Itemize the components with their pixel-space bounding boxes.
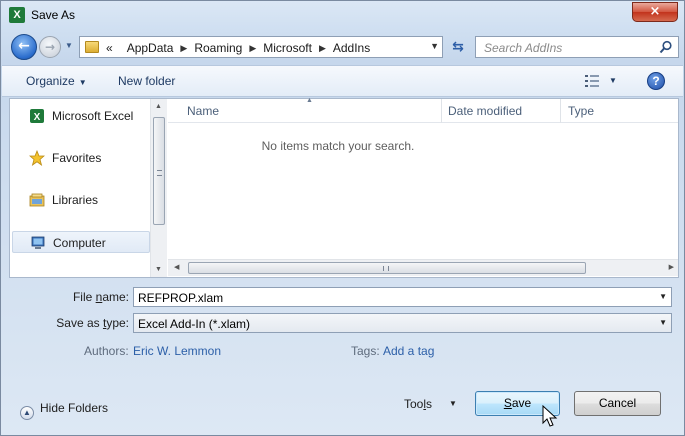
organize-label: Organize: [26, 74, 75, 88]
mouse-cursor-icon: [542, 405, 558, 427]
computer-icon: [31, 236, 45, 249]
label-text: s: [426, 397, 433, 411]
save-as-dialog: X Save As × ← → ▼ « AppData ▶ Roaming ▶ …: [0, 0, 685, 436]
sort-ascending-icon: ▲: [306, 97, 313, 104]
save-as-type-label: Save as type:: [31, 316, 129, 330]
search-input[interactable]: Search AddIns: [475, 36, 679, 58]
file-name-field[interactable]: REFPROP.xlam ▼: [133, 287, 672, 307]
label-text: ave: [511, 396, 532, 410]
excel-app-icon: X: [9, 7, 25, 23]
label-text: ame:: [102, 290, 129, 304]
grip-icon: [383, 266, 389, 271]
tags-value[interactable]: Add a tag: [383, 344, 434, 358]
column-divider[interactable]: [441, 99, 442, 123]
nav-item-label: Microsoft Excel: [52, 109, 134, 123]
refresh-icon[interactable]: ⇆: [445, 36, 471, 58]
file-name-value: REFPROP.xlam: [138, 291, 224, 305]
close-button[interactable]: ×: [632, 2, 678, 22]
nav-vertical-scrollbar[interactable]: ▲ ▼: [150, 99, 167, 277]
browser-area: X Microsoft Excel Favorites Libraries Co…: [9, 97, 679, 278]
file-name-label: File name:: [41, 290, 129, 304]
scroll-left-arrow-icon[interactable]: ◀: [174, 263, 179, 271]
empty-list-message: No items match your search.: [261, 139, 415, 153]
column-headers: ▲ Name Date modified Type: [168, 97, 678, 123]
file-list-pane: ▲ Name Date modified Type No items match…: [168, 97, 678, 277]
authors-label: Authors:: [84, 344, 129, 358]
breadcrumb-item[interactable]: Microsoft: [263, 41, 312, 55]
access-key: S: [503, 396, 512, 410]
breadcrumb-overflow[interactable]: «: [106, 41, 113, 55]
title-bar: X Save As ×: [1, 1, 684, 31]
column-header-date-modified[interactable]: Date modified: [448, 104, 522, 118]
label-text: Save as: [56, 316, 103, 330]
file-list-horizontal-scrollbar[interactable]: ◀ ▶: [168, 259, 678, 276]
breadcrumb-separator-icon[interactable]: ▶: [319, 41, 326, 55]
authors-value[interactable]: Eric W. Lemmon: [133, 344, 221, 358]
collapse-icon: ▲: [20, 406, 34, 420]
column-header-type[interactable]: Type: [568, 104, 594, 118]
grip-icon: [157, 170, 162, 176]
views-chevron-down-icon[interactable]: ▼: [609, 76, 617, 85]
excel-icon: X: [30, 109, 44, 123]
breadcrumb-item[interactable]: AddIns: [333, 41, 370, 55]
scrollbar-thumb[interactable]: [153, 117, 165, 225]
back-button[interactable]: ←: [11, 34, 37, 60]
nav-item-computer[interactable]: Computer: [12, 231, 150, 253]
recent-pages-chevron-icon[interactable]: ▼: [65, 41, 73, 50]
folder-icon: [85, 41, 99, 53]
breadcrumb-separator-icon[interactable]: ▶: [180, 41, 187, 55]
nav-item-favorites[interactable]: Favorites: [12, 147, 150, 169]
scroll-down-arrow-icon[interactable]: ▼: [155, 266, 162, 273]
breadcrumb: « AppData ▶ Roaming ▶ Microsoft ▶ AddIns: [106, 41, 370, 55]
save-as-type-value: Excel Add-In (*.xlam): [138, 317, 251, 331]
command-bar: Organize ▼ New folder ▼ ?: [2, 65, 683, 97]
nav-item-label: Favorites: [52, 151, 102, 165]
search-icon[interactable]: [659, 40, 673, 54]
chevron-down-icon: ▼: [78, 78, 87, 87]
chevron-down-icon[interactable]: ▼: [659, 318, 667, 327]
help-icon[interactable]: ?: [647, 72, 665, 90]
hide-folders-label: Hide Folders: [40, 401, 109, 415]
save-as-type-select[interactable]: Excel Add-In (*.xlam) ▼: [133, 313, 672, 333]
tools-button[interactable]: Tools: [404, 397, 432, 411]
nav-item-libraries[interactable]: Libraries: [12, 189, 150, 211]
dialog-title: Save As: [31, 8, 76, 22]
address-bar[interactable]: « AppData ▶ Roaming ▶ Microsoft ▶ AddIns…: [79, 36, 443, 58]
scroll-right-arrow-icon[interactable]: ▶: [669, 263, 674, 271]
star-icon: [29, 150, 45, 166]
nav-item-label: Libraries: [52, 193, 99, 207]
breadcrumb-item[interactable]: Roaming: [194, 41, 242, 55]
dialog-footer: ▲ Hide Folders Tools ▼ Save Cancel: [2, 381, 683, 435]
scrollbar-thumb[interactable]: [188, 262, 586, 274]
label-text: File: [72, 290, 96, 304]
scroll-up-arrow-icon[interactable]: ▲: [155, 103, 162, 110]
breadcrumb-separator-icon[interactable]: ▶: [249, 41, 256, 55]
new-folder-button[interactable]: New folder: [118, 74, 175, 88]
navigation-pane: X Microsoft Excel Favorites Libraries Co…: [10, 99, 168, 277]
libraries-icon: [29, 193, 45, 207]
chevron-down-icon[interactable]: ▼: [659, 292, 667, 301]
address-bar-row: ← → ▼ « AppData ▶ Roaming ▶ Microsoft ▶ …: [9, 33, 679, 61]
column-divider[interactable]: [560, 99, 561, 123]
label-text: Too: [404, 397, 424, 411]
svg-text:X: X: [34, 112, 41, 123]
change-view-icon[interactable]: [585, 75, 599, 87]
nav-item-microsoft-excel[interactable]: X Microsoft Excel: [12, 105, 150, 127]
search-placeholder: Search AddIns: [484, 41, 563, 55]
label-text: ype:: [106, 316, 129, 330]
address-dropdown-icon[interactable]: ▼: [430, 41, 439, 51]
hide-folders-button[interactable]: ▲ Hide Folders: [20, 401, 108, 420]
organize-menu-button[interactable]: Organize ▼: [26, 74, 87, 88]
forward-button[interactable]: →: [39, 36, 61, 58]
tags-label: Tags:: [351, 344, 380, 358]
tools-chevron-down-icon[interactable]: ▼: [449, 399, 457, 408]
column-header-name[interactable]: Name: [187, 104, 219, 118]
breadcrumb-item[interactable]: AppData: [127, 41, 174, 55]
cancel-button[interactable]: Cancel: [574, 391, 661, 416]
nav-item-label: Computer: [53, 236, 106, 250]
